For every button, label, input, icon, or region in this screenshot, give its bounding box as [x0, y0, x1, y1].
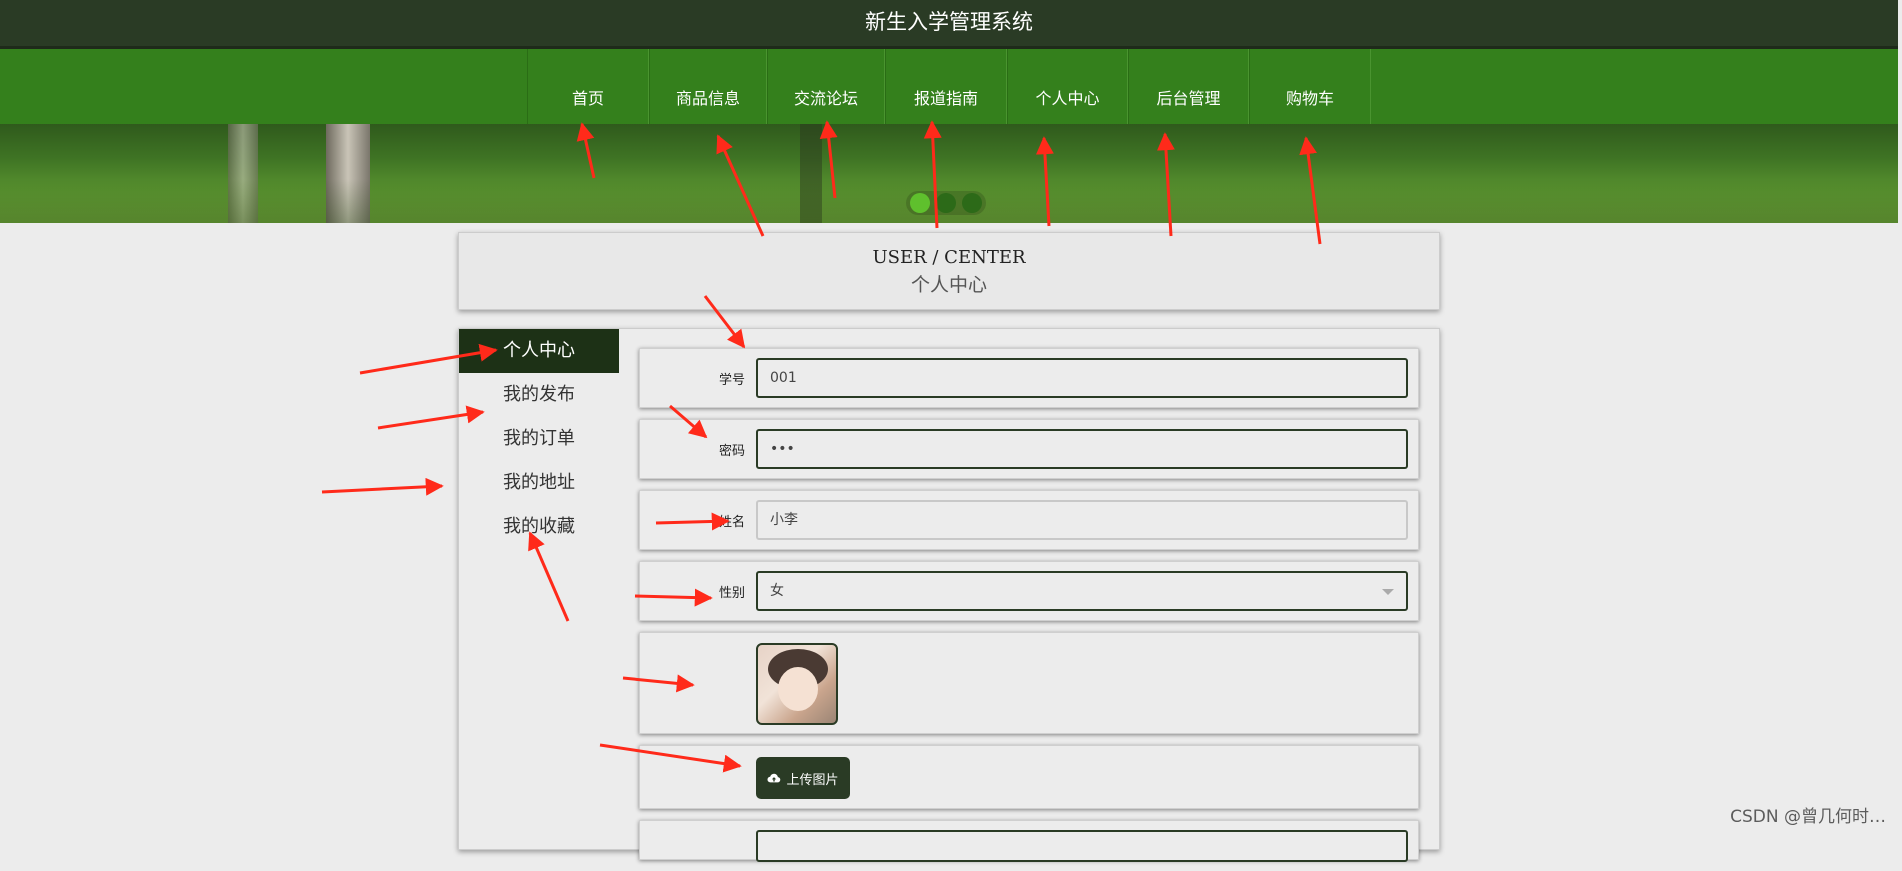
- nav-item-cart[interactable]: 购物车: [1249, 49, 1371, 124]
- app-title: 新生入学管理系统: [865, 10, 1033, 34]
- nav-item-forum[interactable]: 交流论坛: [767, 49, 885, 124]
- user-center-panel: 个人中心 我的发布 我的订单 我的地址 我的收藏 学号 001 密码 ••• 姓…: [458, 328, 1440, 862]
- gender-value: 女: [770, 583, 784, 599]
- user-center-header: USER / CENTER 个人中心: [458, 232, 1440, 310]
- nav-item-products[interactable]: 商品信息: [649, 49, 767, 124]
- section-title-en: USER / CENTER: [872, 247, 1026, 268]
- arrow: [321, 477, 444, 496]
- nav-item-personal[interactable]: 个人中心: [1007, 49, 1128, 124]
- sidebar-item-my-address[interactable]: 我的地址: [459, 461, 619, 505]
- password-label: 密码: [718, 443, 745, 459]
- next-input[interactable]: [756, 830, 1408, 862]
- sidebar: 个人中心 我的发布 我的订单 我的地址 我的收藏: [459, 329, 619, 549]
- section-title-cn: 个人中心: [910, 274, 987, 296]
- sidebar-item-my-posts[interactable]: 我的发布: [459, 373, 619, 417]
- student-id-label: 学号: [718, 372, 745, 388]
- chevron-down-icon: [1382, 589, 1394, 595]
- form-row-next: [639, 820, 1419, 862]
- carousel-dot[interactable]: [962, 193, 982, 213]
- carousel-dot[interactable]: [936, 193, 956, 213]
- form-row-password: 密码 •••: [639, 419, 1419, 479]
- main-nav: 首页 商品信息 交流论坛 报道指南 个人中心 后台管理 购物车: [0, 49, 1898, 124]
- sidebar-item-personal-center[interactable]: 个人中心: [459, 329, 619, 373]
- watermark: CSDN @曾几何时…: [1730, 807, 1886, 827]
- nav-item-home[interactable]: 首页: [527, 49, 649, 124]
- title-bar: 新生入学管理系统: [0, 0, 1898, 49]
- carousel-dot[interactable]: [910, 193, 930, 213]
- form-row-gender: 性别 女: [639, 561, 1419, 621]
- upload-label: 上传图片: [786, 772, 839, 788]
- password-input[interactable]: •••: [756, 429, 1408, 469]
- student-id-input[interactable]: 001: [756, 358, 1408, 398]
- carousel-indicators: [906, 191, 986, 215]
- banner-carousel[interactable]: [0, 124, 1898, 223]
- cloud-upload-icon: [767, 773, 781, 783]
- nav-item-guide[interactable]: 报道指南: [885, 49, 1007, 124]
- form-row-name: 姓名 小李: [639, 490, 1419, 550]
- upload-image-button[interactable]: 上传图片: [756, 757, 850, 799]
- form-row-avatar: [639, 632, 1419, 734]
- avatar: [756, 643, 838, 725]
- sidebar-item-my-favorites[interactable]: 我的收藏: [459, 505, 619, 549]
- gender-label: 性别: [718, 585, 745, 601]
- nav-item-admin[interactable]: 后台管理: [1128, 49, 1249, 124]
- sidebar-item-my-orders[interactable]: 我的订单: [459, 417, 619, 461]
- form-row-student-id: 学号 001: [639, 348, 1419, 408]
- gender-select[interactable]: 女: [756, 571, 1408, 611]
- profile-form: 学号 001 密码 ••• 姓名 小李 性别 女 上传图片: [639, 348, 1419, 871]
- name-label: 姓名: [718, 514, 745, 530]
- name-input[interactable]: 小李: [756, 500, 1408, 540]
- form-row-upload: 上传图片: [639, 745, 1419, 809]
